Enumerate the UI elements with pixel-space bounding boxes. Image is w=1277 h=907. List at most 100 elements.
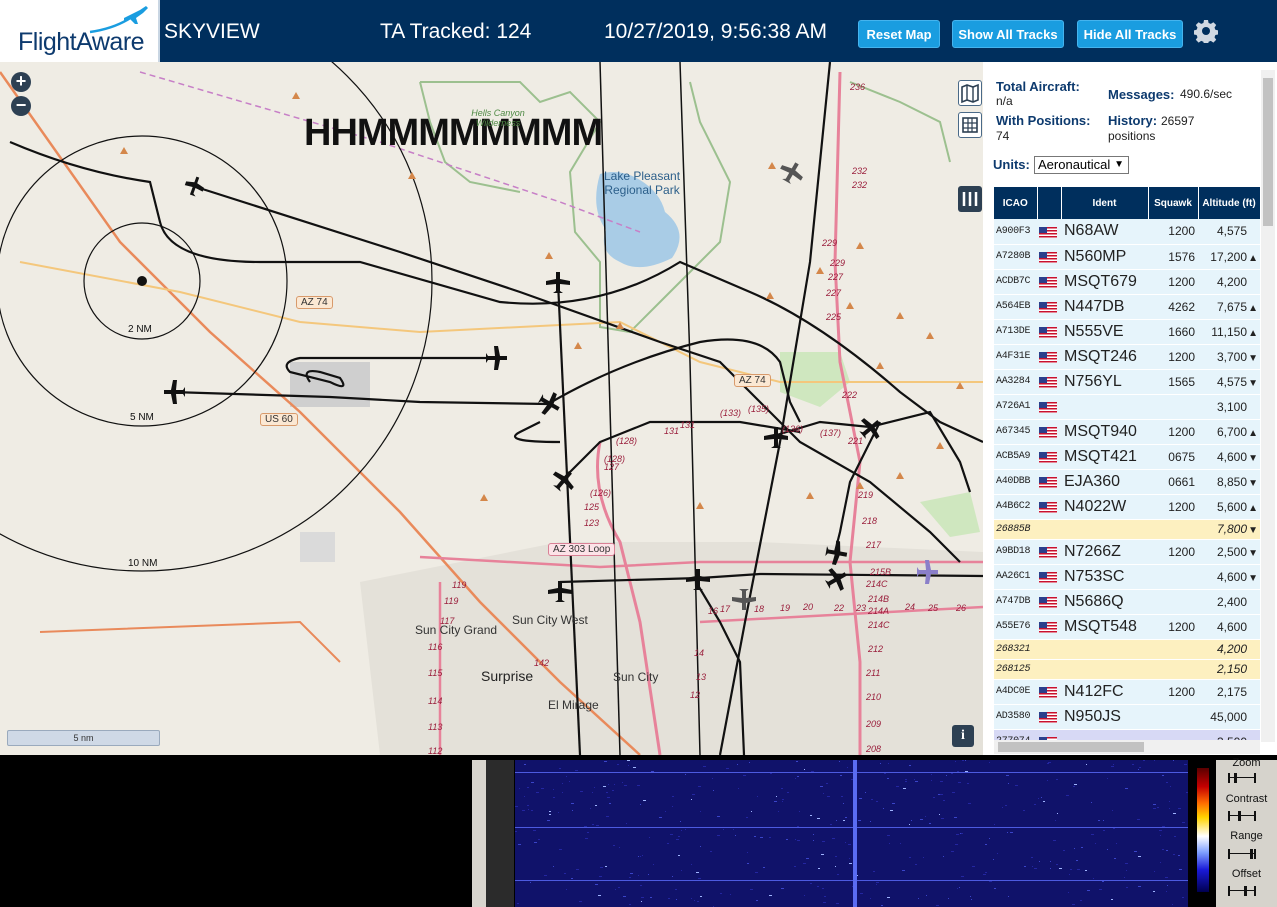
- zoom-out-button[interactable]: −: [11, 96, 31, 116]
- offset-slider[interactable]: [1228, 886, 1256, 896]
- waterfall-noise: [782, 801, 783, 802]
- altitude-cell: 7,675▲: [1198, 294, 1260, 320]
- waterfall-noise: [873, 871, 875, 872]
- waterfall-noise: [813, 840, 814, 841]
- waterfall-noise: [985, 872, 987, 873]
- column-header-icao[interactable]: ICAO: [994, 187, 1038, 219]
- icao-cell: A4DC0E: [994, 679, 1037, 705]
- table-row[interactable]: A726A1 3,100: [994, 394, 1260, 420]
- table-row[interactable]: AD3580 N950JS 45,000: [994, 704, 1260, 730]
- waterfall-noise: [1063, 850, 1065, 851]
- table-row[interactable]: A713DE N555VE 1660 11,150▲: [994, 319, 1260, 345]
- waterfall-noise: [1015, 785, 1018, 786]
- waterfall-noise: [914, 779, 915, 780]
- waterfall-noise: [640, 804, 641, 805]
- map-view[interactable]: + − HHMMMMMMMM 2 NM 5 NM 10 NM Hells Canyon…: [0, 62, 983, 755]
- table-row[interactable]: 268125 2,150: [994, 659, 1260, 680]
- settings-gear-icon[interactable]: [1194, 19, 1218, 43]
- scrollbar-thumb[interactable]: [998, 742, 1144, 752]
- toggle-grid-button[interactable]: [958, 112, 982, 138]
- table-row[interactable]: A747DB N5686Q 2,400: [994, 589, 1260, 615]
- waterfall-noise: [1099, 889, 1102, 890]
- table-row[interactable]: A564EB N447DB 4262 7,675▲: [994, 294, 1260, 320]
- reset-map-button[interactable]: Reset Map: [858, 20, 940, 48]
- slider-knob[interactable]: [1244, 886, 1247, 896]
- show-all-tracks-button[interactable]: Show All Tracks: [952, 20, 1064, 48]
- waterfall-noise: [678, 836, 680, 837]
- slider-knob[interactable]: [1234, 773, 1237, 783]
- aircraft-icon: [486, 346, 507, 370]
- waterfall-noise: [781, 888, 784, 889]
- spectrum-left-strip: [472, 760, 486, 907]
- airfield: [290, 362, 370, 407]
- table-row[interactable]: A40DBB EJA360 0661 8,850▼: [994, 469, 1260, 495]
- waterfall-noise: [971, 899, 972, 900]
- flightaware-logo[interactable]: FlightAware: [0, 0, 160, 62]
- road-number-label: 236: [850, 82, 866, 92]
- table-row[interactable]: A4B6C2 N4022W 1200 5,600▲: [994, 494, 1260, 520]
- waterfall-display[interactable]: [515, 760, 1188, 907]
- toggle-columns-button[interactable]: [958, 186, 982, 212]
- waterfall-noise: [622, 782, 623, 783]
- waterfall-noise: [1093, 878, 1094, 879]
- waterfall-noise: [698, 878, 701, 879]
- column-header-ident[interactable]: Ident: [1061, 187, 1149, 219]
- table-row[interactable]: ACDB7C MSQT679 1200 4,200: [994, 269, 1260, 295]
- waterfall-noise: [603, 786, 606, 787]
- table-row[interactable]: A9BD18 N7266Z 1200 2,500▼: [994, 539, 1260, 565]
- aircraft-table-container[interactable]: ICAO Ident Squawk Altitude (ft) A900F3 N6…: [994, 187, 1260, 742]
- waterfall-noise: [733, 829, 734, 830]
- info-icon[interactable]: i: [952, 725, 974, 747]
- units-select[interactable]: Aeronautical ▼: [1034, 156, 1129, 174]
- waterfall-noise: [1166, 891, 1167, 892]
- waterfall-noise: [681, 870, 682, 871]
- table-row[interactable]: AA26C1 N753SC 4,600▼: [994, 564, 1260, 590]
- table-row[interactable]: A55E76 MSQT548 1200 4,600: [994, 614, 1260, 640]
- waterfall-noise: [929, 823, 931, 824]
- hide-all-tracks-button[interactable]: Hide All Tracks: [1077, 20, 1183, 48]
- waterfall-noise: [1043, 801, 1045, 802]
- table-row[interactable]: A900F3 N68AW 1200 4,575: [994, 219, 1260, 245]
- waterfall-noise: [1066, 795, 1069, 796]
- table-row[interactable]: AA3284 N756YL 1565 4,575▼: [994, 369, 1260, 395]
- waterfall-noise: [957, 771, 959, 772]
- table-horizontal-scrollbar[interactable]: [994, 740, 1260, 754]
- slider-knob[interactable]: [1250, 849, 1253, 859]
- zoom-slider[interactable]: [1228, 773, 1256, 783]
- table-row[interactable]: A7280B N560MP 1576 17,200▲: [994, 244, 1260, 270]
- panel-vertical-scrollbar[interactable]: [1261, 70, 1275, 742]
- column-header-flag[interactable]: [1037, 187, 1062, 219]
- table-row[interactable]: A4F31E MSQT246 1200 3,700▼: [994, 344, 1260, 370]
- waterfall-noise: [564, 873, 566, 874]
- table-row[interactable]: A67345 MSQT940 1200 6,700▲: [994, 419, 1260, 445]
- table-row[interactable]: A4DC0E N412FC 1200 2,175: [994, 679, 1260, 705]
- map-layers-button[interactable]: [958, 80, 982, 106]
- road-number-label: 211: [866, 668, 881, 678]
- contrast-slider[interactable]: [1228, 811, 1256, 821]
- waterfall-noise: [931, 774, 932, 775]
- map-canvas[interactable]: [0, 62, 983, 755]
- altitude-value: 8,850: [1216, 474, 1247, 489]
- waterfall-noise: [911, 820, 912, 821]
- slider-knob[interactable]: [1238, 811, 1241, 821]
- range-slider[interactable]: [1228, 849, 1256, 859]
- us-flag-icon: [1039, 276, 1057, 288]
- waterfall-noise: [572, 810, 573, 811]
- altitude-value: 4,600: [1216, 619, 1247, 634]
- table-row[interactable]: 26885B 7,800▼: [994, 519, 1260, 540]
- waterfall-noise: [710, 851, 712, 852]
- waterfall-noise: [822, 841, 825, 842]
- waterfall-noise: [961, 876, 964, 877]
- zoom-in-button[interactable]: +: [11, 72, 31, 92]
- scrollbar-thumb[interactable]: [1263, 78, 1273, 226]
- table-row[interactable]: 268321 4,200: [994, 639, 1260, 660]
- column-header-squawk[interactable]: Squawk: [1148, 187, 1199, 219]
- waterfall-noise: [845, 842, 846, 843]
- altitude-value: 7,675: [1216, 299, 1247, 314]
- column-header-altitude[interactable]: Altitude (ft): [1198, 187, 1260, 219]
- table-row[interactable]: ACB5A9 MSQT421 0675 4,600▼: [994, 444, 1260, 470]
- waterfall-noise: [797, 840, 800, 841]
- altitude-value: 4,600: [1216, 449, 1247, 464]
- us-flag-icon: [1039, 501, 1057, 513]
- waterfall-noise: [713, 790, 714, 791]
